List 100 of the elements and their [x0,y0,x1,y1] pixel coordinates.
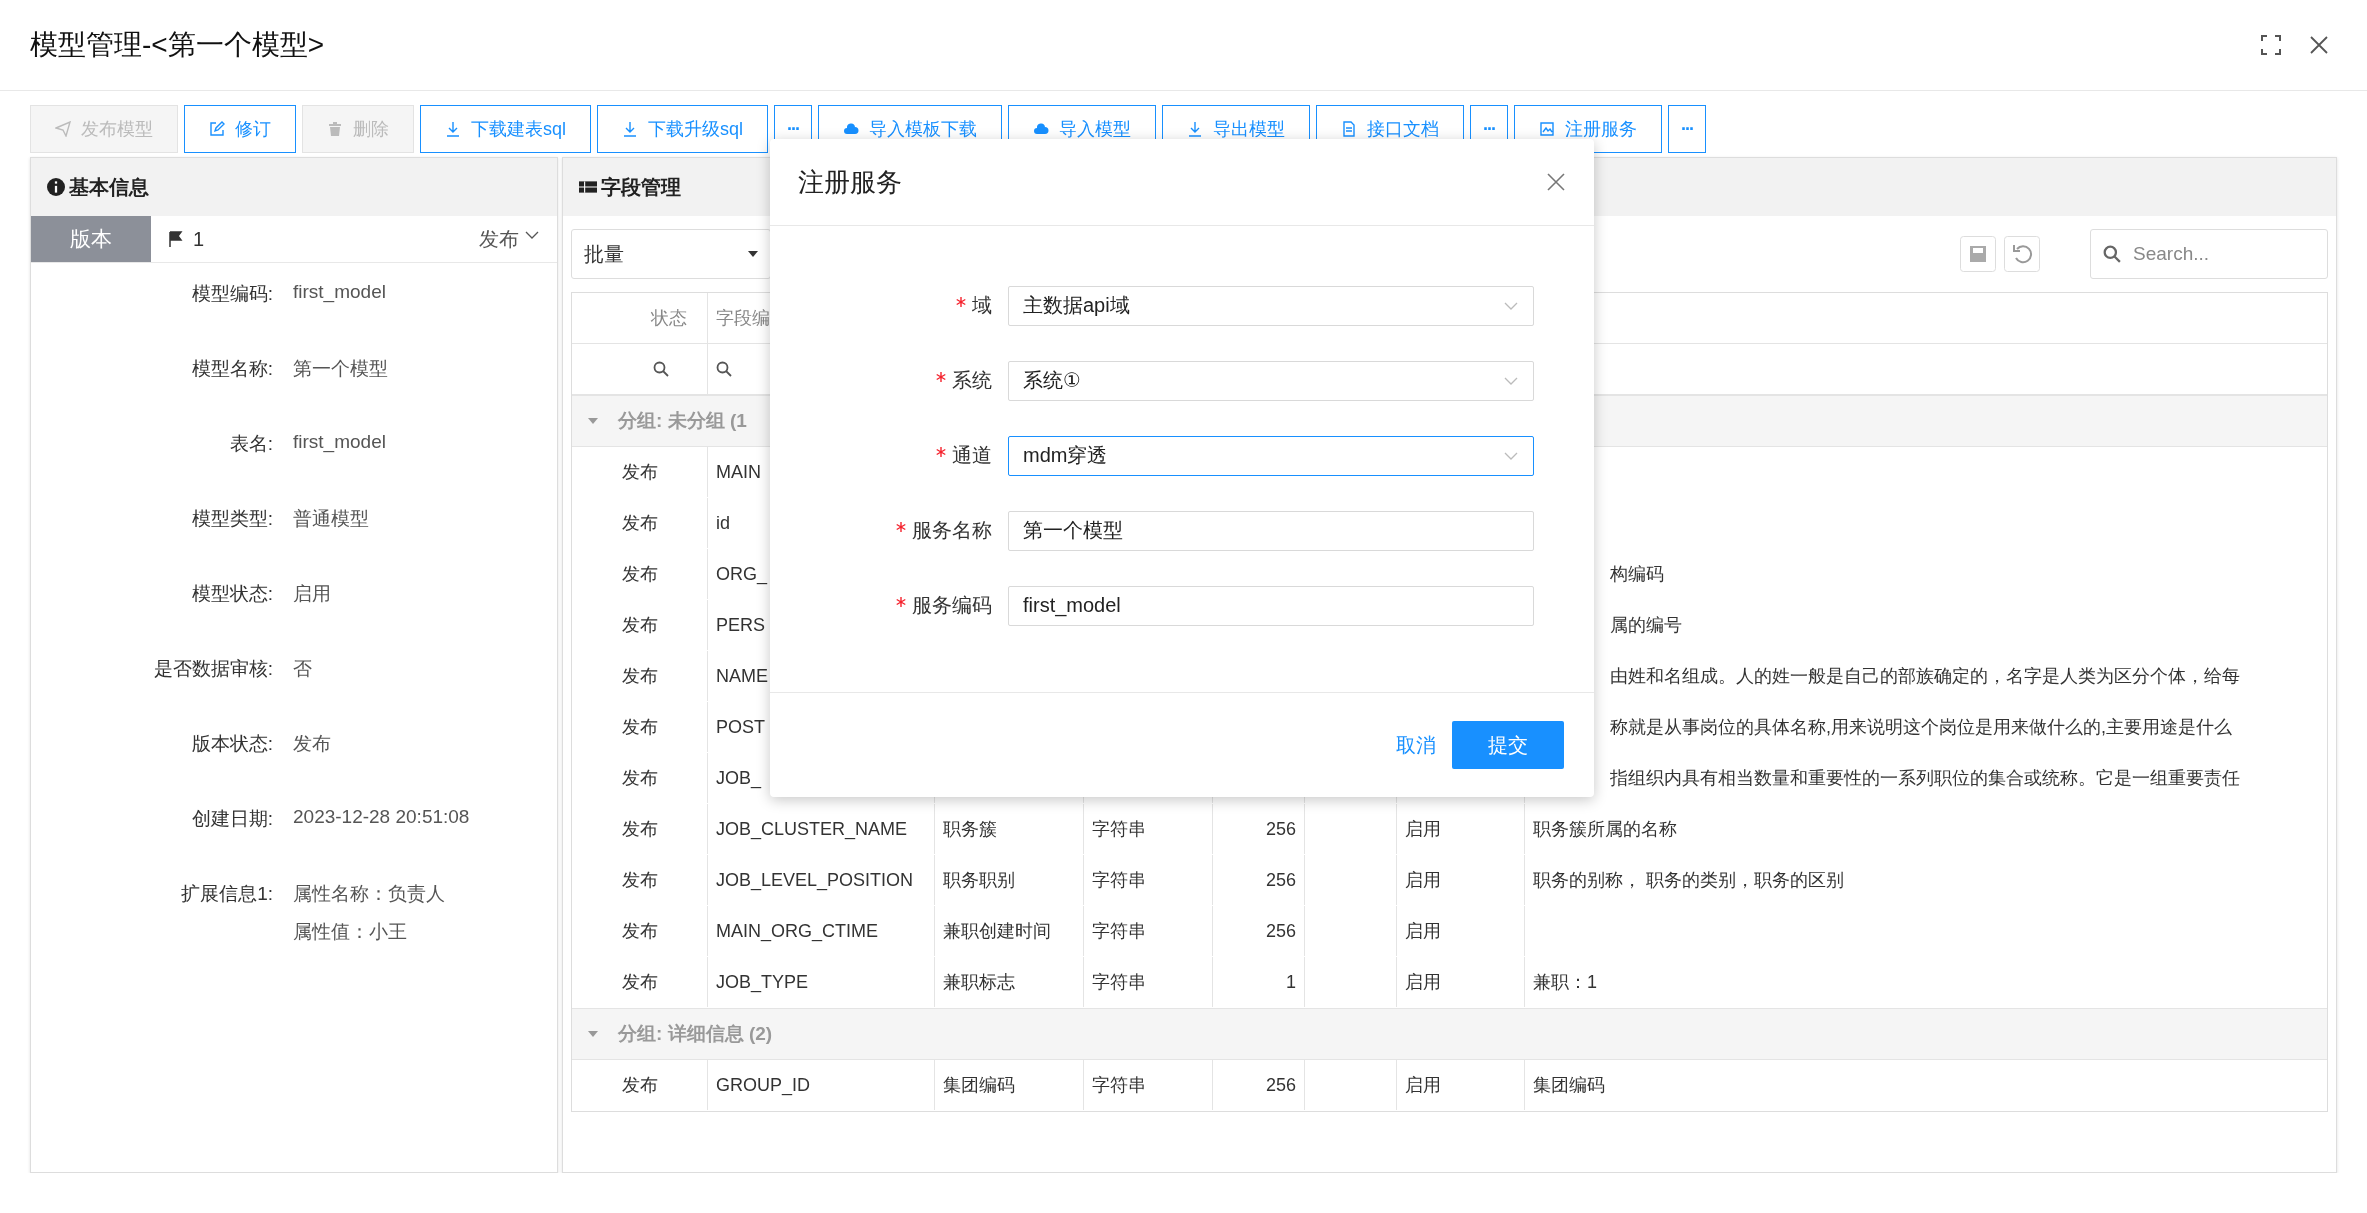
field-label: 表名: [228,432,273,456]
table-cell: 1 [1286,971,1296,993]
trash-icon [327,121,343,137]
select-field[interactable]: mdm穿透 [1008,435,1534,476]
info-icon [47,178,65,196]
table-cell-text: 字符串 [1092,869,1146,892]
table-cell-text: 启用 [1405,920,1441,943]
field-value: 属性名称：负责人 [293,882,445,906]
more-button[interactable]: ··· [1668,105,1706,153]
table-cell-text: 启用 [1405,971,1441,994]
chevron-down-icon [1504,376,1518,385]
select-field[interactable]: 主数据api域 [1008,285,1534,326]
caret-icon[interactable] [588,418,598,424]
search-icon[interactable] [653,361,669,377]
table-cell: NAME [716,665,768,687]
table-cell: id [716,512,730,534]
panel-title: 字段管理 [601,174,681,200]
table-cell: GROUP_ID [716,1074,811,1096]
edit-icon [209,121,225,137]
form-label: 服务编码 [912,593,992,618]
flag-icon [169,231,183,247]
dialog-title: 注册服务 [798,165,902,199]
table-cell: 256 [1265,869,1296,891]
save-icon[interactable] [1960,236,1996,272]
table-cell-text: 职务的别称， 职务的类别，职务的区别 [1533,869,1844,892]
table-cell: JOB_LEVEL_POSITION [716,869,914,891]
cloud-upload-icon [843,121,859,137]
table-cell-text: 发布 [621,461,658,484]
table-cell-text: 职务职别 [943,869,1015,892]
toolbar-button[interactable]: 下载建表sql [420,105,591,153]
table-cell: PERS [716,614,766,636]
table-cell: MAIN_ORG_CTIME [716,920,879,942]
table-cell-text: 发布 [621,920,658,943]
table-cell-text: 发布 [621,614,658,637]
search-icon [2103,245,2121,263]
cloud-upload-icon [1033,121,1049,137]
field-label: 扩展信息1: [180,882,273,906]
close-icon[interactable] [1546,172,1566,192]
submit-button[interactable]: 提交 [1452,721,1564,769]
table-cell-text: 构编码 [1610,563,1664,586]
download-icon [622,121,638,137]
field-value: first_model [293,281,386,303]
chevron-down-icon [1504,451,1518,460]
chevron-down-icon [525,231,539,239]
column-header: 状态 [651,307,687,330]
caret-icon[interactable] [588,1031,598,1037]
toolbar-button[interactable]: 下载升级sql [597,105,769,153]
download-icon [445,121,461,137]
input-field[interactable]: 第一个模型 [1008,510,1534,551]
table-cell-text: 兼职标志 [943,971,1015,994]
table-cell-text: 启用 [1405,869,1441,892]
form-label: 系统 [952,368,992,393]
toolbar-button[interactable]: 修订 [184,105,296,153]
version-tab[interactable]: 版本 [31,216,151,262]
table-cell: POST [716,716,765,738]
group-label: 分组: 未分组 (1 [618,409,747,433]
field-value: 第一个模型 [293,357,388,381]
table-cell-text: 发布 [621,512,658,535]
table-cell: MAIN [716,461,761,483]
table-cell-text: 发布 [621,971,658,994]
field-value: 发布 [293,732,331,756]
search-icon[interactable] [716,361,732,377]
table-cell-text: 发布 [621,665,658,688]
table-cell-text: 字符串 [1092,1074,1146,1097]
table-cell-text: 发布 [621,869,658,892]
table-cell: 256 [1265,920,1296,942]
field-label: 版本状态: [190,732,273,756]
table-cell-text: 字符串 [1092,920,1146,943]
close-icon[interactable] [2309,35,2329,55]
table-cell-text: 启用 [1405,818,1441,841]
table-cell-text: 由姓和名组成。人的姓一般是自己的部族确定的，名字是人类为区分个体，给每 [1610,665,2240,688]
table-cell-text: 兼职：1 [1533,971,1597,994]
table-cell-text: 发布 [621,818,658,841]
undo-icon[interactable] [2004,236,2040,272]
table-cell-text: 兼职创建时间 [943,920,1051,943]
image-icon [1539,121,1555,137]
caret-icon [748,251,758,257]
field-label: 模型编码: [190,282,273,306]
fullscreen-icon[interactable] [2261,35,2281,55]
field-label: 模型状态: [190,582,273,606]
table-cell-text: 启用 [1405,1074,1441,1097]
document-icon [1341,121,1357,137]
field-label: 模型类型: [190,507,273,531]
window-title: 模型管理-<第一个模型> [30,28,325,62]
version-status-dropdown[interactable]: 发布 [479,225,539,253]
table-cell-text: 属的编号 [1610,614,1682,637]
field-value: 启用 [293,582,331,606]
download-icon [1187,121,1203,137]
table-cell-text: 发布 [621,716,658,739]
cancel-link[interactable]: 取消 [1396,731,1436,759]
table-cell-text: 发布 [621,563,658,586]
table-cell-text: 集团编码 [1533,1074,1605,1097]
field-value: 2023-12-28 20:51:08 [293,806,470,828]
table-cell: 256 [1265,818,1296,840]
select-field[interactable]: 系统① [1008,360,1534,401]
group-row[interactable]: 分组: 详细信息 (2) [572,1008,2327,1060]
search-field[interactable]: Search... [2090,229,2328,279]
field-label: 模型名称: [190,357,273,381]
table-cell: ORG_ [716,563,767,585]
input-field[interactable]: first_model [1008,585,1534,626]
